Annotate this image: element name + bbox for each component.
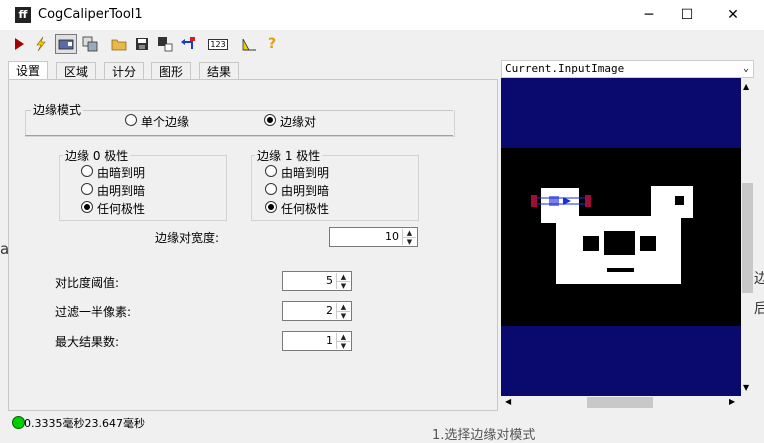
- chevron-down-icon: ⌄: [742, 63, 749, 74]
- divider: [25, 135, 453, 136]
- toolbar: 123 ?: [0, 30, 764, 58]
- grid-button[interactable]: [238, 34, 260, 54]
- run-icon: [15, 38, 24, 50]
- edge1-light-to-dark-label: 由明到暗: [281, 184, 330, 198]
- edge-mode-legend: 边缘模式: [31, 101, 84, 118]
- electric-icon: [36, 36, 46, 52]
- filter-up-button[interactable]: ▲: [337, 303, 350, 311]
- inspection-image: [501, 78, 741, 396]
- pair-width-value: 10: [385, 230, 399, 243]
- pair-width-label: 边缘对宽度:: [155, 231, 220, 245]
- pair-width-stepper[interactable]: 10 ▲ ▼: [329, 227, 418, 247]
- pair-width-up-button[interactable]: ▲: [403, 229, 416, 237]
- edge1-polarity-legend: 边缘 1 极性: [255, 147, 323, 164]
- grid-icon: [242, 38, 256, 51]
- filter-down-button[interactable]: ▼: [337, 311, 350, 320]
- scroll-left-icon[interactable]: ◀: [505, 397, 511, 406]
- image-source-value: Current.InputImage: [505, 62, 625, 75]
- show-image-icon: [82, 36, 98, 52]
- help-button[interactable]: ?: [261, 34, 283, 54]
- scroll-up-icon[interactable]: ▲: [743, 82, 749, 91]
- edge-pair-radio[interactable]: [264, 114, 276, 126]
- edge0-light-to-dark-radio[interactable]: [81, 183, 93, 195]
- contrast-stepper[interactable]: 5 ▲ ▼: [282, 271, 352, 291]
- background-text-right-b: 后: [754, 301, 764, 317]
- table-button[interactable]: 123: [207, 34, 229, 54]
- show-image-button[interactable]: [79, 34, 101, 54]
- max-results-down-button[interactable]: ▼: [337, 341, 350, 350]
- maximize-button[interactable]: ☐: [664, 0, 710, 30]
- image-display[interactable]: [501, 78, 741, 396]
- horizontal-scroll-thumb[interactable]: [587, 397, 653, 408]
- title-bar[interactable]: ff CogCaliperTool1 ─ ☐ ✕: [0, 0, 764, 30]
- edge1-dark-to-light-radio[interactable]: [265, 165, 277, 177]
- edge0-any-polarity-label: 任何极性: [97, 202, 146, 216]
- close-button[interactable]: ✕: [710, 0, 756, 30]
- run-button[interactable]: [8, 34, 30, 54]
- edge1-any-polarity-radio[interactable]: [265, 201, 277, 213]
- edge0-dark-to-light-label: 由暗到明: [97, 166, 146, 180]
- edge-mode-group: [25, 110, 455, 137]
- edge-pair-label: 边缘对: [280, 115, 317, 129]
- horizontal-scrollbar[interactable]: ◀ ▶: [501, 396, 741, 409]
- background-text-right-a: 边: [754, 271, 764, 287]
- edge0-any-polarity-radio[interactable]: [81, 201, 93, 213]
- single-edge-radio[interactable]: [125, 114, 137, 126]
- edge1-light-to-dark-radio[interactable]: [265, 183, 277, 195]
- edge1-dark-to-light-label: 由暗到明: [281, 166, 330, 180]
- open-button[interactable]: [108, 34, 130, 54]
- vertical-scrollbar[interactable]: ▲ ▼: [741, 78, 754, 396]
- contrast-down-button[interactable]: ▼: [337, 281, 350, 290]
- max-results-up-button[interactable]: ▲: [337, 333, 350, 341]
- status-text: 0.3335毫秒23.647毫秒: [24, 417, 145, 430]
- max-results-value: 1: [326, 334, 333, 347]
- window-title: CogCaliperTool1: [38, 7, 143, 22]
- scroll-right-icon[interactable]: ▶: [729, 397, 735, 406]
- image-source-dropdown[interactable]: Current.InputImage ⌄: [501, 60, 754, 78]
- status-bar: 0.3335毫秒23.647毫秒: [8, 412, 496, 432]
- electric-button[interactable]: [30, 34, 52, 54]
- table-icon: 123: [208, 38, 228, 50]
- filter-label: 过滤一半像素:: [55, 305, 132, 319]
- max-results-label: 最大结果数:: [55, 335, 120, 349]
- undo-icon: [181, 37, 195, 49]
- edge1-any-polarity-label: 任何极性: [281, 202, 330, 216]
- filter-stepper[interactable]: 2 ▲ ▼: [282, 301, 352, 321]
- reset-button[interactable]: [154, 34, 176, 54]
- max-results-stepper[interactable]: 1 ▲ ▼: [282, 331, 352, 351]
- edge0-dark-to-light-radio[interactable]: [81, 165, 93, 177]
- camera-icon: [58, 39, 74, 50]
- open-icon: [111, 39, 127, 51]
- vertical-scroll-thumb[interactable]: [742, 183, 753, 293]
- contrast-value: 5: [326, 274, 333, 287]
- pair-width-down-button[interactable]: ▼: [403, 237, 416, 246]
- scroll-down-icon[interactable]: ▼: [743, 383, 749, 392]
- save-button[interactable]: [131, 34, 153, 54]
- contrast-label: 对比度阈值:: [55, 276, 120, 290]
- edge0-light-to-dark-label: 由明到暗: [97, 184, 146, 198]
- help-icon: ?: [267, 36, 277, 52]
- filter-value: 2: [326, 304, 333, 317]
- contrast-up-button[interactable]: ▲: [337, 273, 350, 281]
- undo-button[interactable]: [177, 34, 199, 54]
- save-icon: [136, 38, 148, 50]
- edge0-polarity-legend: 边缘 0 极性: [63, 147, 131, 164]
- reset-icon: [158, 37, 173, 52]
- settings-panel: 边缘模式 单个边缘 边缘对 边缘 0 极性 由暗到明 由明到暗 任何极性 边缘 …: [8, 79, 498, 411]
- single-edge-label: 单个边缘: [141, 115, 190, 129]
- app-icon: ff: [15, 7, 31, 23]
- camera-button[interactable]: [55, 34, 77, 54]
